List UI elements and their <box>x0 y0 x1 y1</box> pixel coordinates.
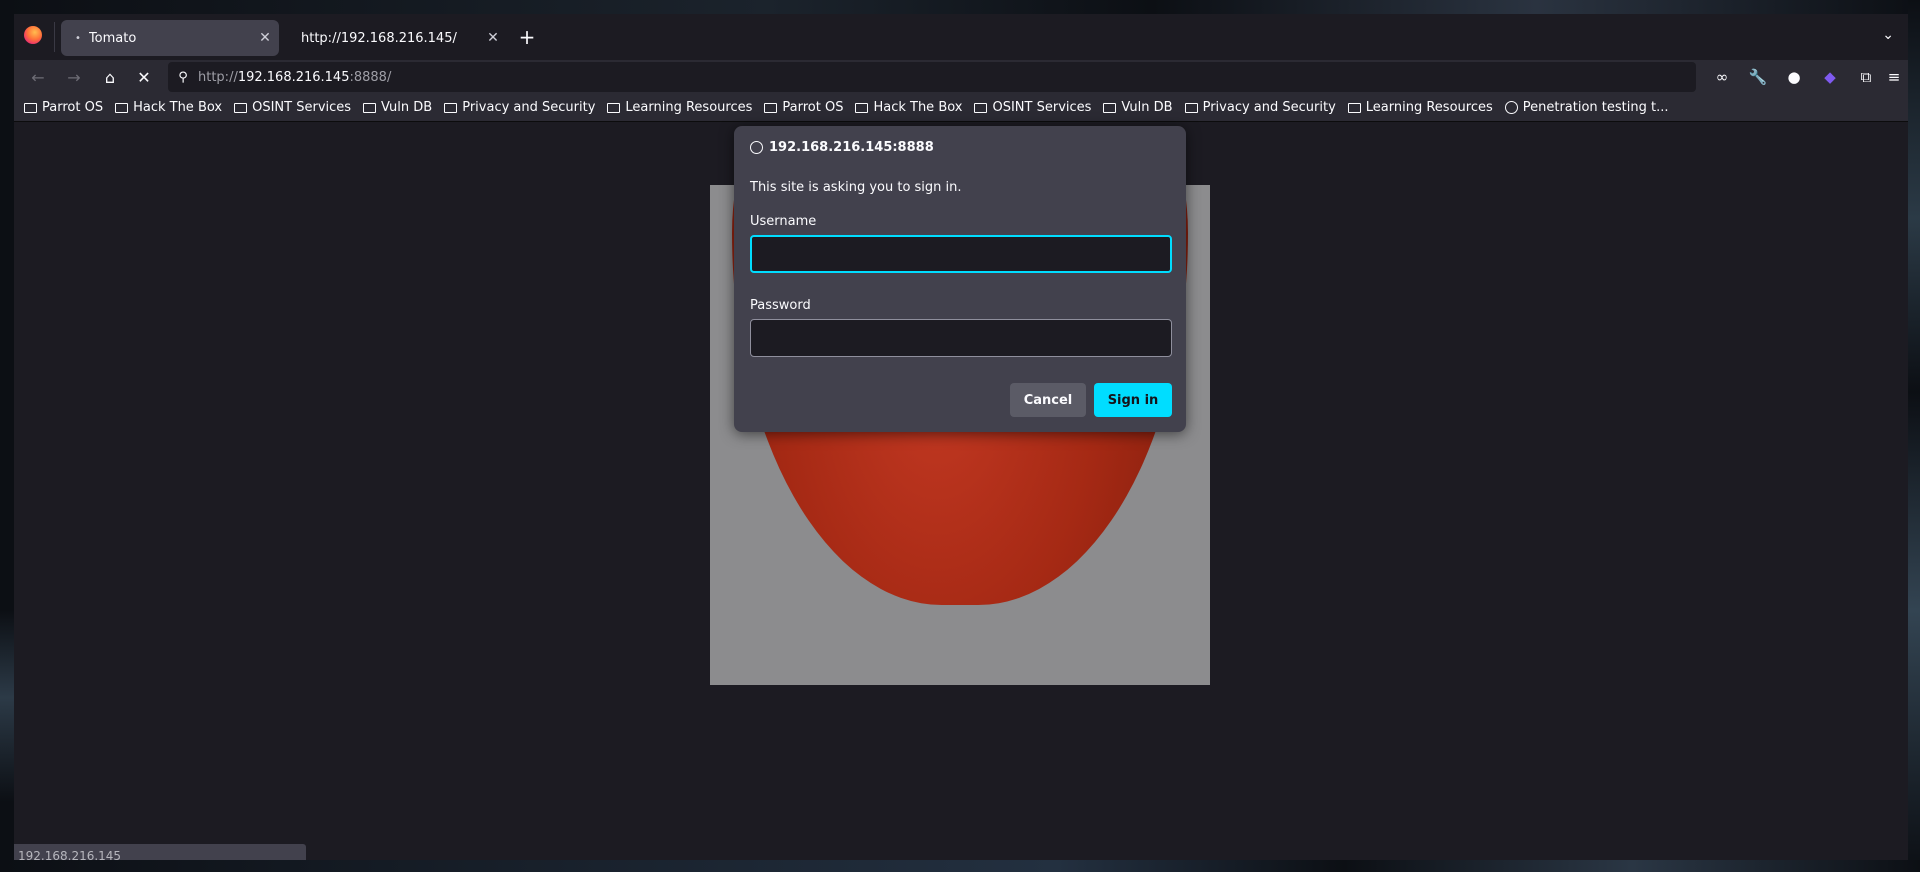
username-label: Username <box>750 214 817 229</box>
private-mask-infinity-icon[interactable]: ∞ <box>1711 66 1733 88</box>
dialog-header: 192.168.216.145:8888 <box>750 140 934 155</box>
bookmarks-toolbar: Parrot OS Hack The Box OSINT Services Vu… <box>14 94 1908 122</box>
status-bar: 192.168.216.145 <box>14 844 306 860</box>
forward-arrow-icon[interactable]: → <box>62 66 86 90</box>
close-tab-icon[interactable]: ✕ <box>479 30 507 46</box>
folder-icon <box>1347 102 1361 113</box>
desktop-wallpaper-right <box>1908 0 1920 872</box>
extension-badge-icon[interactable]: ◆ <box>1819 66 1841 88</box>
url-text: http://192.168.216.145:8888/ <box>198 69 392 85</box>
bookmark-folder-learning-resources-2[interactable]: Learning Resources <box>1347 100 1493 115</box>
folder-icon <box>1184 102 1198 113</box>
cancel-button[interactable]: Cancel <box>1010 383 1086 417</box>
bookmark-folder-hack-the-box-2[interactable]: Hack The Box <box>855 100 962 115</box>
folder-icon <box>607 102 621 113</box>
bookmark-folder-hack-the-box[interactable]: Hack The Box <box>115 100 222 115</box>
browser-window: • Tomato ✕ http://192.168.216.145/ ✕ + ⌄… <box>14 14 1908 860</box>
stop-loading-icon[interactable]: ✕ <box>132 66 156 90</box>
bookmark-penetration-testing[interactable]: Penetration testing t... <box>1504 100 1669 115</box>
tab-separator <box>54 22 55 52</box>
bookmark-folder-vuln-db-2[interactable]: Vuln DB <box>1103 100 1173 115</box>
folder-icon <box>115 102 129 113</box>
desktop-wallpaper-bottom <box>0 860 1920 872</box>
bookmark-folder-learning-resources[interactable]: Learning Resources <box>607 100 752 115</box>
bookmark-folder-privacy-security[interactable]: Privacy and Security <box>444 100 595 115</box>
password-input[interactable] <box>750 319 1172 357</box>
back-arrow-icon[interactable]: ← <box>26 66 50 90</box>
folder-icon <box>764 102 778 113</box>
folder-icon <box>855 102 869 113</box>
tab-strip: • Tomato ✕ http://192.168.216.145/ ✕ + ⌄ <box>14 14 1908 60</box>
bookmark-folder-parrot-os-2[interactable]: Parrot OS <box>764 100 843 115</box>
firefox-logo-icon[interactable] <box>24 26 42 44</box>
home-icon[interactable]: ⌂ <box>98 66 122 90</box>
list-all-tabs-chevron-icon[interactable]: ⌄ <box>1882 27 1894 43</box>
password-label: Password <box>750 298 811 313</box>
tab-title: http://192.168.216.145/ <box>301 30 457 46</box>
folder-icon <box>974 102 988 113</box>
status-url-text: 192.168.216.145 <box>18 849 122 860</box>
globe-icon <box>1504 101 1518 114</box>
dialog-message: This site is asking you to sign in. <box>750 180 962 195</box>
url-bar[interactable]: ⚲ http://192.168.216.145:8888/ <box>168 62 1696 92</box>
extension-cookie-icon[interactable]: ● <box>1783 66 1805 88</box>
desktop-wallpaper-top <box>0 0 1920 14</box>
http-auth-dialog: 192.168.216.145:8888 This site is asking… <box>734 126 1186 432</box>
folder-icon <box>363 102 377 113</box>
bookmark-folder-privacy-security-2[interactable]: Privacy and Security <box>1184 100 1336 115</box>
search-icon: ⚲ <box>178 69 188 85</box>
wrench-tools-icon[interactable]: 🔧 <box>1747 66 1769 88</box>
tab-tomato[interactable]: • Tomato ✕ <box>61 20 279 56</box>
bookmark-folder-parrot-os[interactable]: Parrot OS <box>24 100 103 115</box>
username-input[interactable] <box>750 235 1172 273</box>
bookmark-folder-osint-services-2[interactable]: OSINT Services <box>974 100 1091 115</box>
folder-icon <box>234 102 248 113</box>
loading-dot-icon: • <box>75 32 81 44</box>
navigation-bar: ← → ⌂ ✕ ⚲ http://192.168.216.145:8888/ ∞… <box>14 60 1908 94</box>
desktop-wallpaper-left <box>0 0 14 872</box>
app-menu-hamburger-icon[interactable]: ≡ <box>1883 66 1905 88</box>
sign-in-button[interactable]: Sign in <box>1094 383 1172 417</box>
bookmark-folder-vuln-db[interactable]: Vuln DB <box>363 100 432 115</box>
tab-ip[interactable]: http://192.168.216.145/ ✕ <box>289 20 507 56</box>
globe-icon <box>750 141 763 154</box>
folder-icon <box>444 102 458 113</box>
tab-title: Tomato <box>88 30 137 46</box>
dialog-host: 192.168.216.145:8888 <box>769 140 934 155</box>
extensions-puzzle-icon[interactable]: ⧉ <box>1855 66 1877 88</box>
new-tab-plus-icon[interactable]: + <box>516 26 538 48</box>
close-tab-icon[interactable]: ✕ <box>251 30 279 46</box>
folder-icon <box>24 102 37 113</box>
folder-icon <box>1103 102 1117 113</box>
bookmark-folder-osint-services[interactable]: OSINT Services <box>234 100 351 115</box>
